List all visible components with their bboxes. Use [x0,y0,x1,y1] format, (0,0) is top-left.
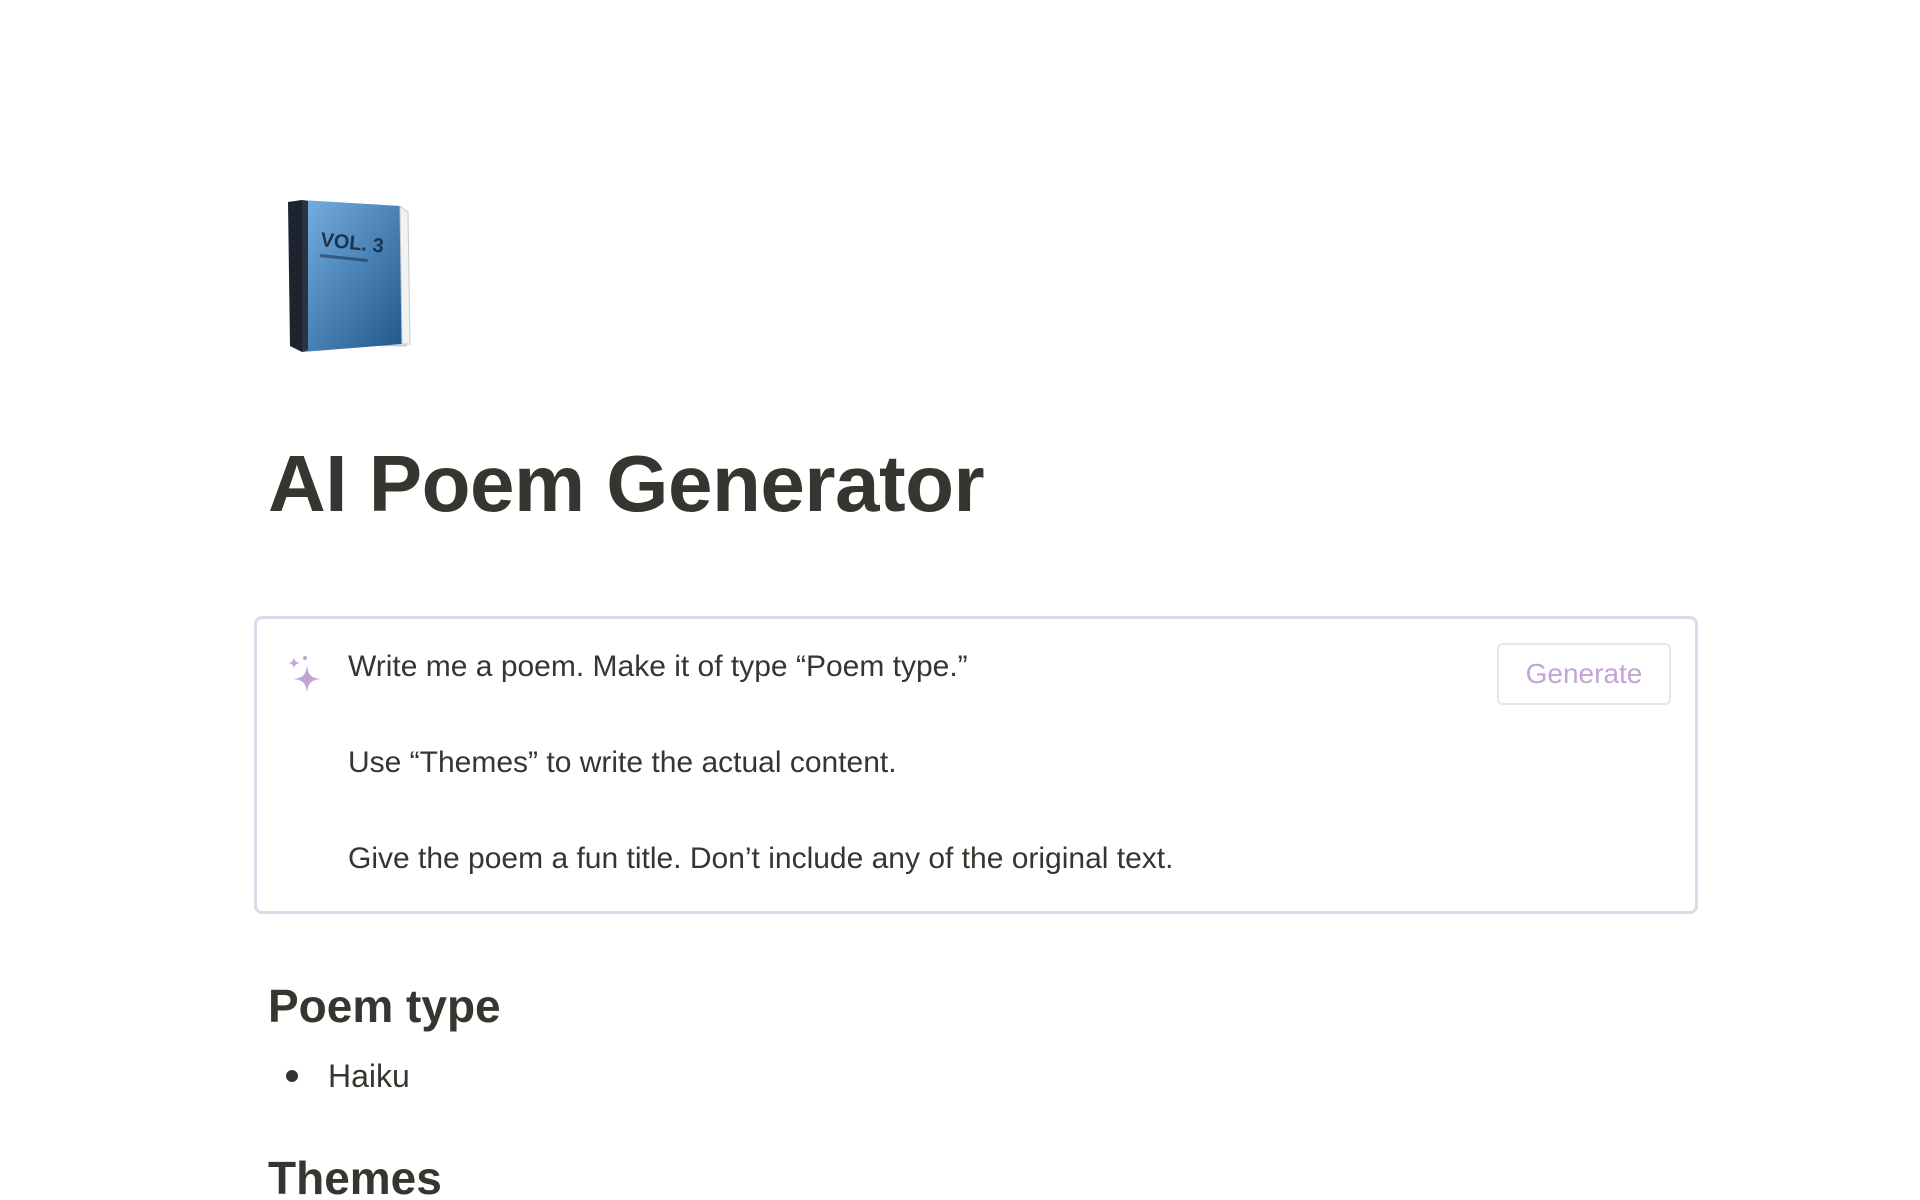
section-heading-poem-type[interactable]: Poem type [268,978,501,1034]
ai-block[interactable]: Write me a poem. Make it of type “Poem t… [254,616,1698,914]
poem-type-list: Haiku [268,1054,410,1098]
ai-prompt-line: Give the poem a fun title. Don’t include… [348,842,1174,875]
ai-prompt-line: Write me a poem. Make it of type “Poem t… [348,650,968,683]
list-item-label: Haiku [328,1057,410,1094]
bullet-icon [286,1070,298,1082]
ai-prompt-line: Use “Themes” to write the actual content… [348,746,897,779]
sparkle-icon [285,655,325,697]
list-item[interactable]: Haiku [268,1054,410,1098]
ai-prompt[interactable]: Write me a poem. Make it of type “Poem t… [348,647,1173,879]
notion-page: VOL. 3 AI Poem Generator Write me a poem… [0,0,1920,1200]
section-heading-themes[interactable]: Themes [268,1150,442,1200]
generate-button[interactable]: Generate [1497,643,1671,705]
page-title[interactable]: AI Poem Generator [268,436,985,532]
blue-book-icon[interactable]: VOL. 3 [286,196,412,354]
